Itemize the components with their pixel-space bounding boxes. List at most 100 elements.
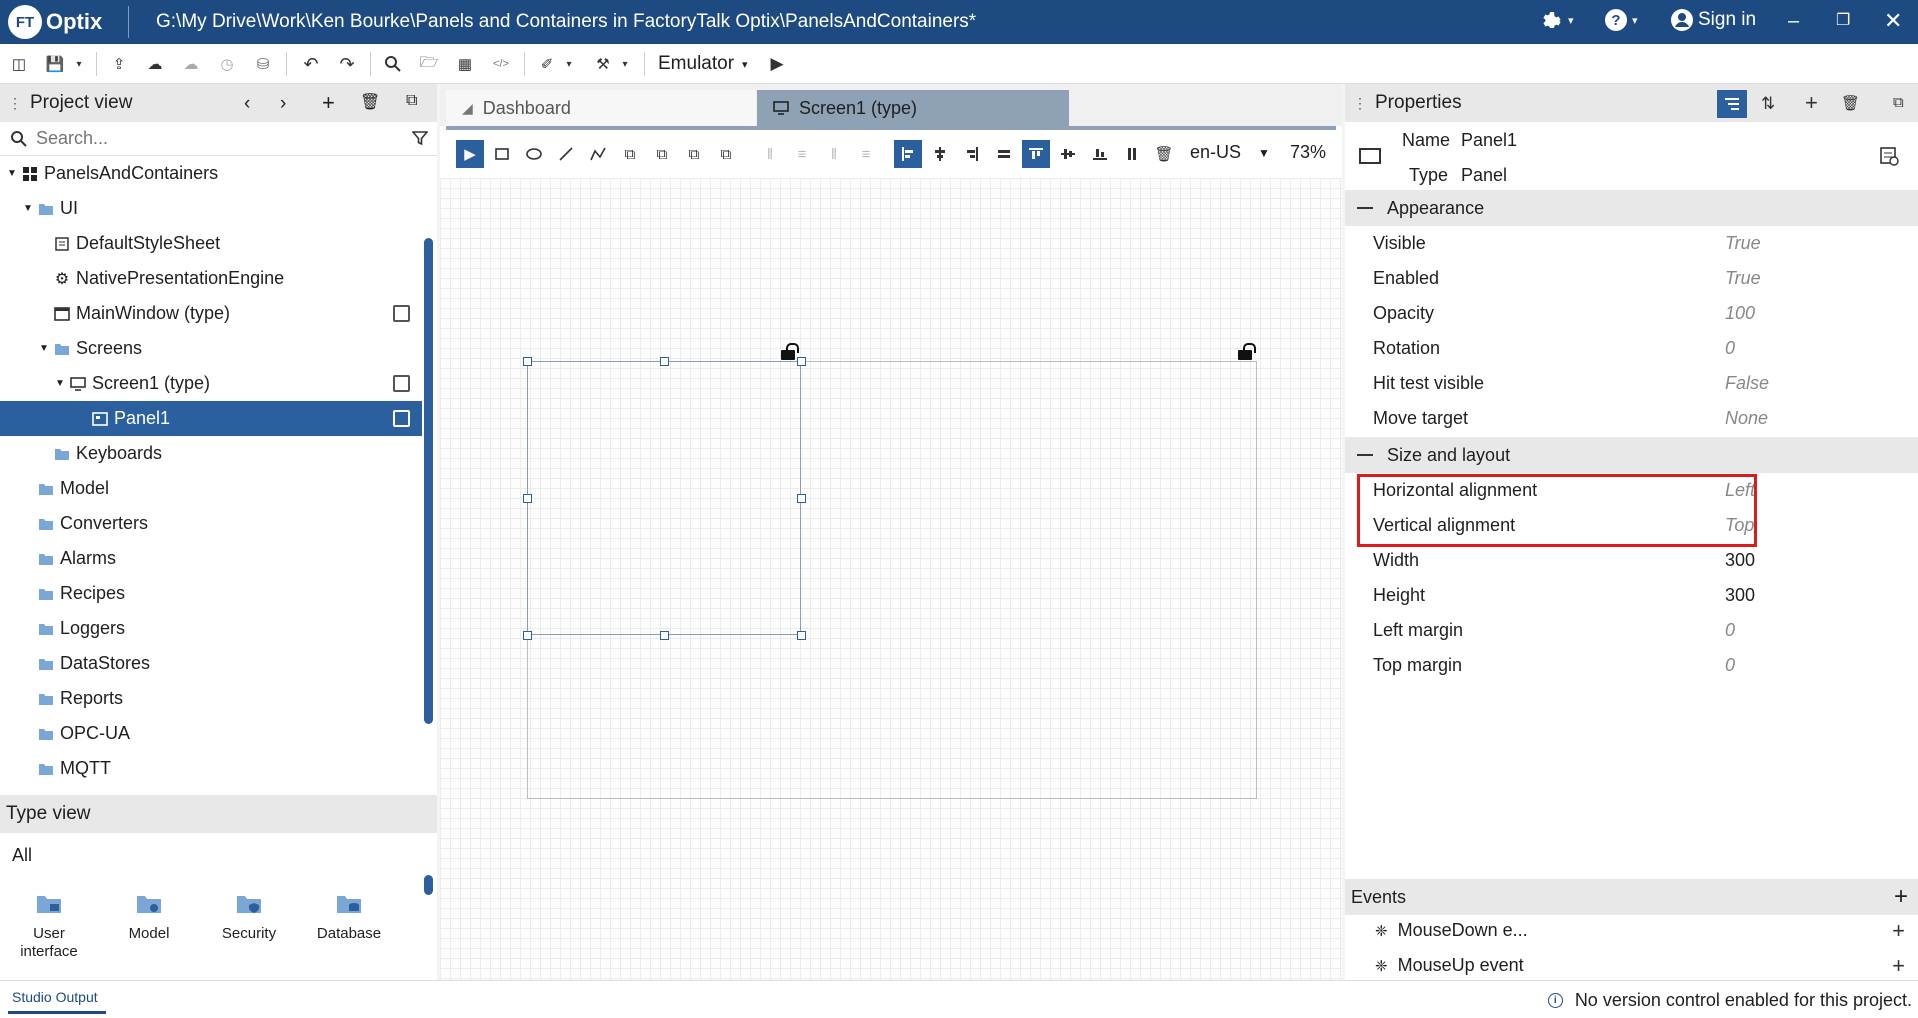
upload-icon[interactable]: ☁	[144, 53, 166, 75]
minimize-button[interactable]: –	[1788, 10, 1799, 33]
property-opacity[interactable]: Opacity 100	[1373, 296, 1913, 331]
appearance-section-header[interactable]: Appearance	[1345, 190, 1918, 226]
add-icon[interactable]: +	[1805, 90, 1818, 116]
vertical-stretch-icon[interactable]	[1118, 140, 1146, 168]
tree-item-main-window[interactable]: MainWindow (type)	[0, 296, 422, 331]
project-search-input[interactable]	[36, 128, 396, 149]
select-tool-icon[interactable]: ▶	[456, 140, 484, 168]
unlock-icon[interactable]	[781, 343, 799, 360]
property-value[interactable]: False	[1725, 373, 1769, 394]
expand-arrow-icon[interactable]: ▼	[6, 168, 18, 179]
expand-arrow-icon[interactable]: ▼	[38, 343, 50, 354]
popout-icon[interactable]: ⧉	[1893, 94, 1904, 111]
resize-handle[interactable]	[523, 631, 532, 640]
redo-icon[interactable]: ↷	[336, 53, 358, 75]
property-value[interactable]: True	[1725, 233, 1761, 254]
library-icon[interactable]: ▦	[454, 53, 476, 75]
add-icon[interactable]: +	[1892, 953, 1905, 979]
add-event-icon[interactable]: +	[1894, 883, 1908, 911]
tree-item-reports[interactable]: Reports	[0, 681, 422, 716]
settings-menu-button[interactable]: ▾	[1540, 8, 1574, 32]
cloud-icon[interactable]: ☁	[180, 53, 202, 75]
horizontal-stretch-icon[interactable]	[990, 140, 1018, 168]
filter-icon[interactable]	[412, 130, 428, 146]
chevron-left-icon[interactable]: ‹	[244, 93, 250, 115]
tab-screen1[interactable]: Screen1 (type)	[757, 90, 1069, 126]
history-icon[interactable]: ◷	[216, 53, 238, 75]
property-value[interactable]: 300	[1725, 550, 1755, 571]
edit-icon[interactable]	[393, 305, 410, 322]
resize-handle[interactable]	[660, 631, 669, 640]
edit-icon[interactable]	[393, 375, 410, 392]
tree-scrollbar[interactable]	[424, 238, 433, 724]
align-center-icon[interactable]: ≡	[788, 140, 816, 168]
popout-icon[interactable]: ⧉	[406, 92, 417, 110]
undo-icon[interactable]: ↶	[300, 53, 322, 75]
expand-arrow-icon[interactable]: ▼	[54, 378, 66, 389]
edit-type-icon[interactable]	[1879, 146, 1899, 166]
property-value[interactable]: 100	[1725, 303, 1755, 324]
chevron-down-icon[interactable]: ▾	[68, 53, 90, 75]
expand-arrow-icon[interactable]: ▼	[22, 203, 34, 214]
edit-icon[interactable]	[393, 410, 410, 427]
property-visible[interactable]: Visible True	[1373, 226, 1913, 261]
horizontal-align-center-icon[interactable]	[926, 140, 954, 168]
resize-handle[interactable]	[523, 494, 532, 503]
resize-handle[interactable]	[797, 631, 806, 640]
tree-item-opc-ua[interactable]: OPC-UA	[0, 716, 422, 751]
tree-item-alarms[interactable]: Alarms	[0, 541, 422, 576]
tree-item-screens[interactable]: ▼ Screens	[0, 331, 422, 366]
line-tool-icon[interactable]	[552, 140, 580, 168]
bring-forward-icon[interactable]: ⧉	[648, 140, 676, 168]
search-icon[interactable]	[382, 53, 404, 75]
vertical-align-bottom-icon[interactable]	[1086, 140, 1114, 168]
vertical-align-center-icon[interactable]	[1054, 140, 1082, 168]
align-right-edges-icon[interactable]: ‖	[820, 140, 848, 168]
tree-item-ui[interactable]: ▼ UI	[0, 191, 422, 226]
brush-icon[interactable]: ✐	[536, 53, 558, 75]
close-button[interactable]: ✕	[1884, 8, 1902, 34]
property-enabled[interactable]: Enabled True	[1373, 261, 1913, 296]
type-item-security[interactable]: Security	[204, 893, 294, 943]
add-icon[interactable]: +	[322, 90, 335, 116]
code-icon[interactable]: </>	[490, 53, 512, 75]
event-mousedown[interactable]: ❈ MouseDown e... +	[1375, 918, 1905, 943]
chevron-down-icon[interactable]: ▾	[614, 53, 636, 75]
drag-handle-icon[interactable]: ⋮	[8, 95, 22, 112]
zoom-level[interactable]: 73%	[1290, 142, 1326, 163]
type-item-user-interface[interactable]: User interface	[4, 893, 94, 961]
tree-item-screen1[interactable]: ▼ Screen1 (type)	[0, 366, 422, 401]
property-move-target[interactable]: Move target None	[1373, 401, 1913, 436]
property-hit-test-visible[interactable]: Hit test visible False	[1373, 366, 1913, 401]
database-icon[interactable]: ⛁	[252, 53, 274, 75]
chevron-down-icon[interactable]: ▾	[558, 53, 580, 75]
tools-icon[interactable]: ⚒	[592, 53, 614, 75]
event-mouseup[interactable]: ❈ MouseUp event +	[1375, 953, 1905, 979]
resize-handle[interactable]	[523, 357, 532, 366]
restore-button[interactable]: ❐	[1836, 10, 1850, 30]
tree-item-recipes[interactable]: Recipes	[0, 576, 422, 611]
panel1-element[interactable]	[527, 361, 801, 635]
tree-item-project[interactable]: ▼ PanelsAndContainers	[0, 156, 422, 191]
property-value[interactable]: True	[1725, 268, 1761, 289]
property-height[interactable]: Height 300	[1373, 578, 1913, 613]
tree-item-loggers[interactable]: Loggers	[0, 611, 422, 646]
tree-item-native-presentation-engine[interactable]: ⚙ NativePresentationEngine	[0, 261, 422, 296]
tree-item-model[interactable]: Model	[0, 471, 422, 506]
type-view-scrollbar[interactable]	[424, 875, 433, 895]
delete-icon[interactable]: 🗑	[360, 92, 380, 112]
property-value[interactable]: 0	[1725, 338, 1735, 359]
property-rotation[interactable]: Rotation 0	[1373, 331, 1913, 366]
property-value[interactable]: 300	[1725, 585, 1755, 606]
list-view-button[interactable]	[1717, 90, 1747, 118]
play-icon[interactable]: ▶	[766, 53, 788, 75]
emulator-dropdown[interactable]: Emulator ▾	[658, 53, 748, 75]
align-left-edges-icon[interactable]: ‖	[756, 140, 784, 168]
delete-icon[interactable]: 🗑	[1841, 94, 1860, 112]
bring-to-front-icon[interactable]: ⧉	[712, 140, 740, 168]
tree-item-mqtt[interactable]: MQTT	[0, 751, 422, 786]
rectangle-tool-icon[interactable]	[488, 140, 516, 168]
send-backward-icon[interactable]: ⧉	[616, 140, 644, 168]
drag-handle-icon[interactable]: ⋮	[1353, 95, 1367, 112]
horizontal-align-right-icon[interactable]	[958, 140, 986, 168]
